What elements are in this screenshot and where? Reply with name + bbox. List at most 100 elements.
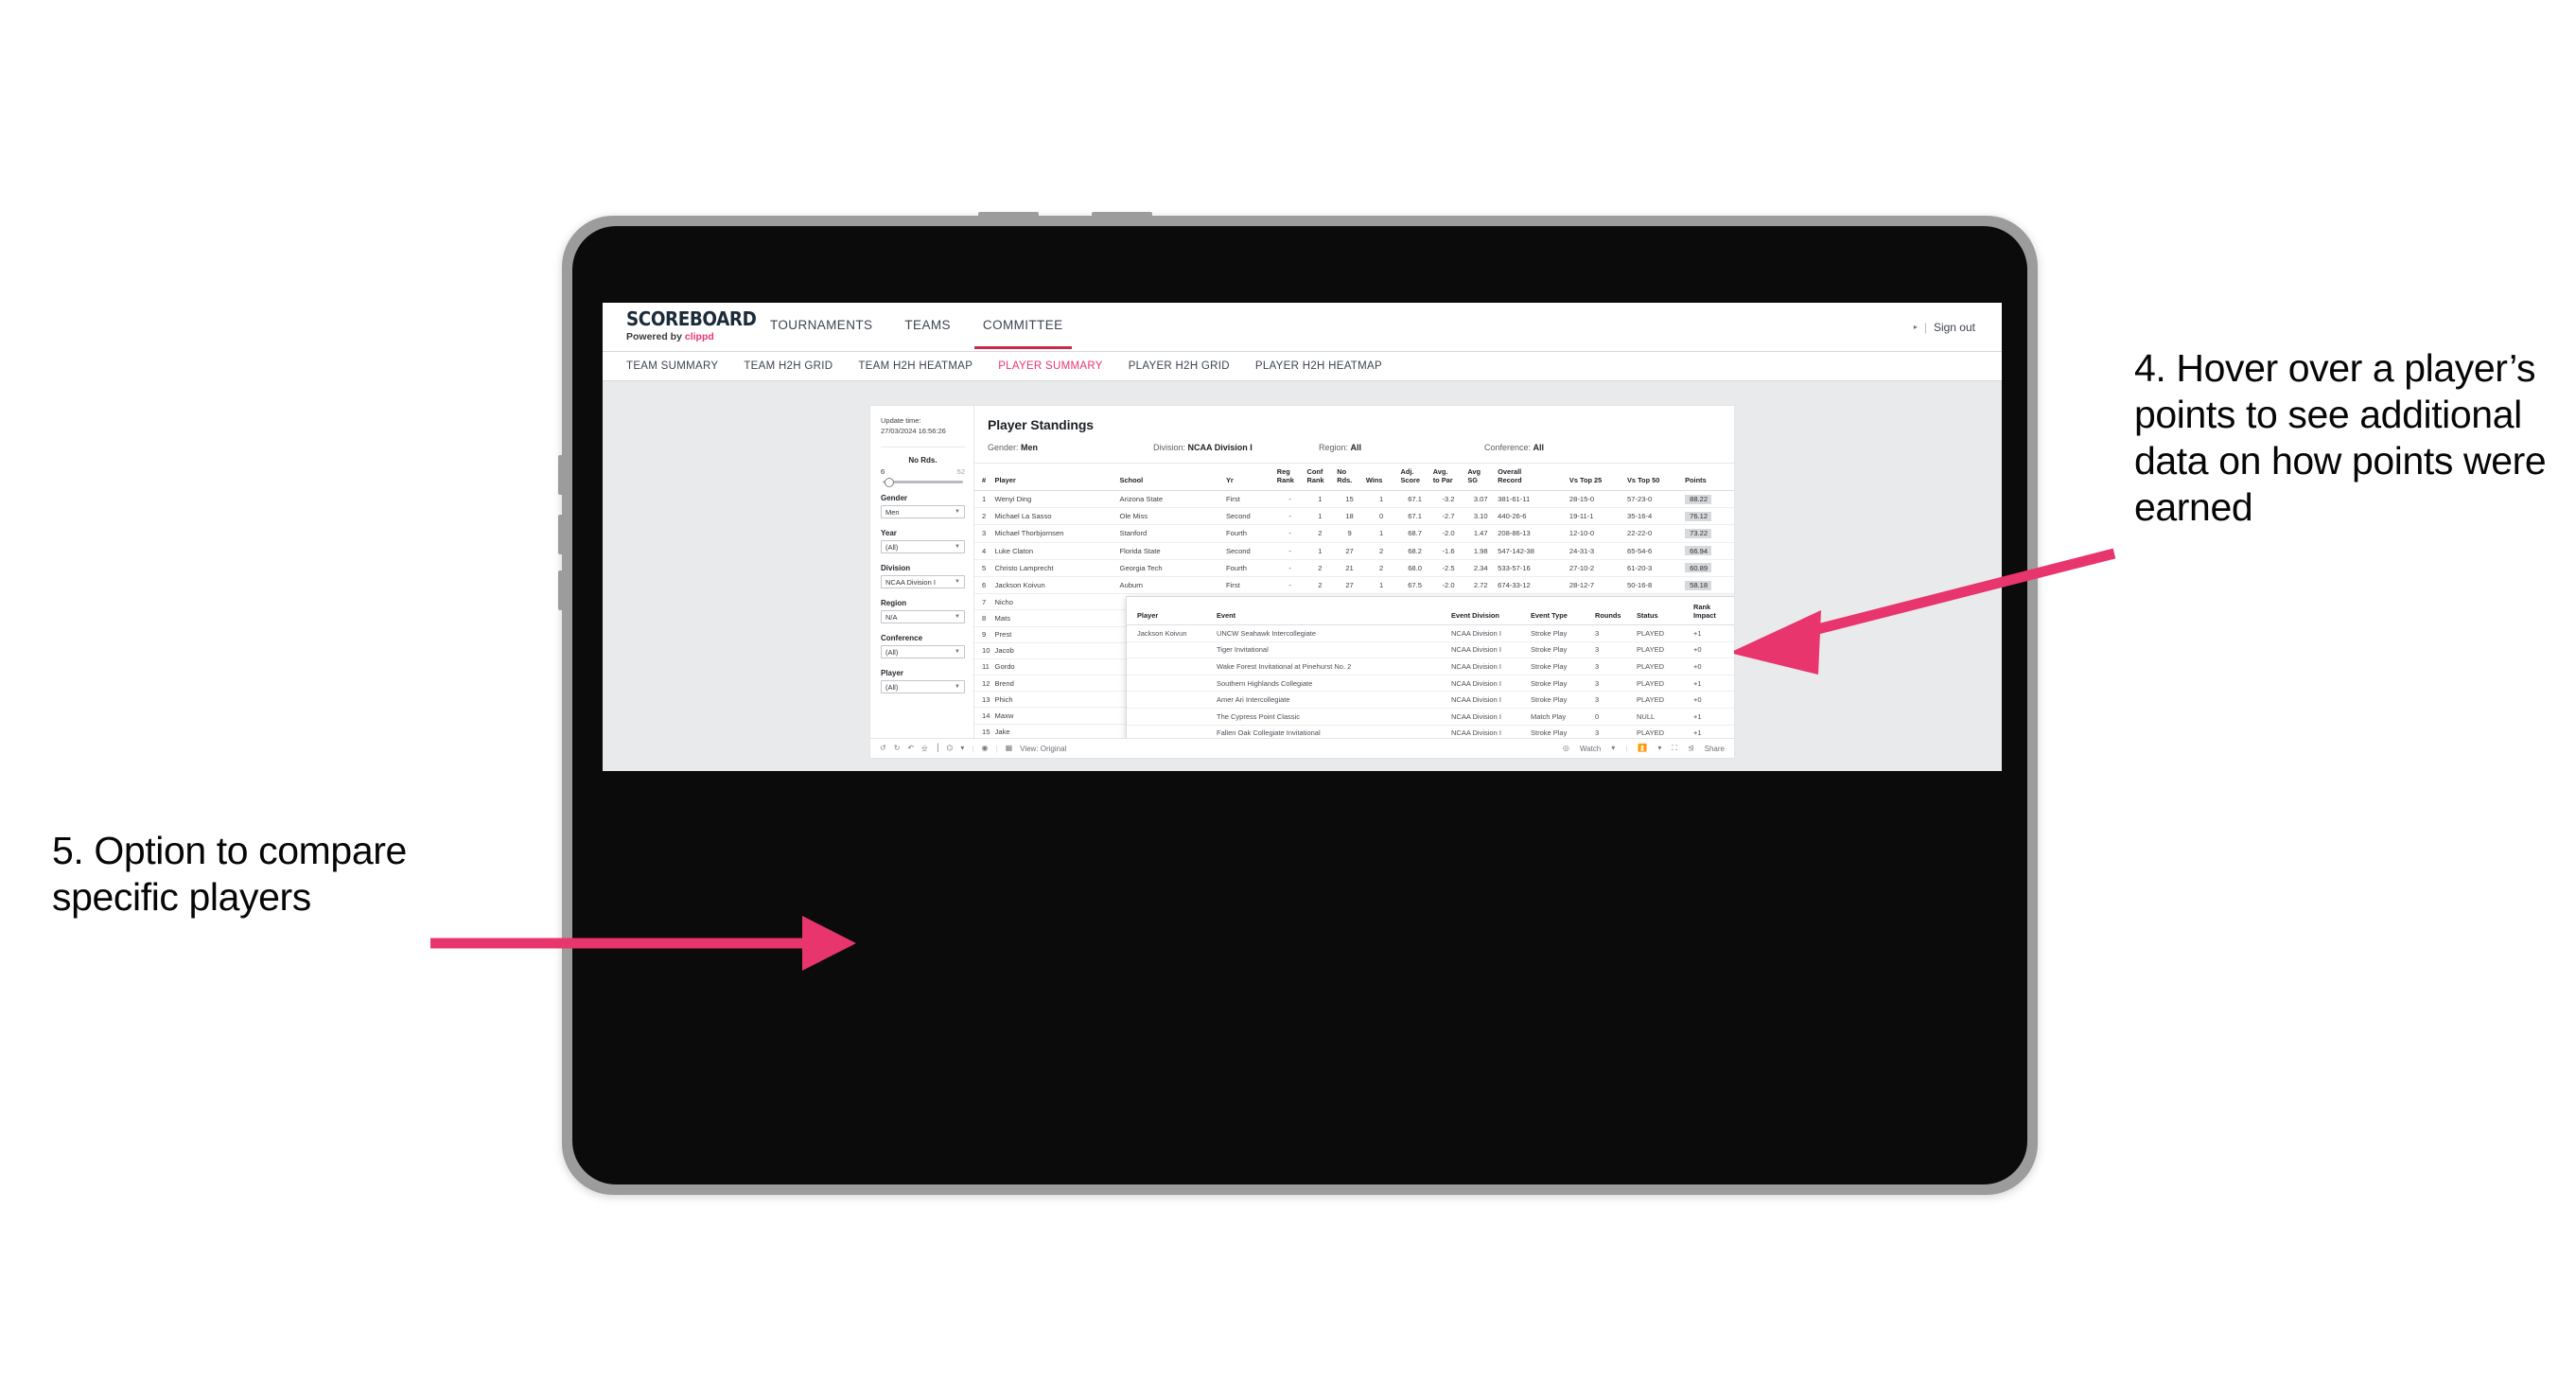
tooltip-column-header-line: Status	[1637, 610, 1658, 620]
column-header-line: Player	[994, 475, 1016, 484]
cell-pts[interactable]: 73.22	[1683, 524, 1734, 543]
alert-subscribe-icon[interactable]: ⌬	[946, 745, 953, 752]
tab-team-h2h-grid[interactable]: TEAM H2H GRID	[744, 360, 847, 372]
nav-item-committee[interactable]: COMMITTEE	[967, 318, 1079, 349]
column-header[interactable]: Conf Rank	[1305, 464, 1336, 491]
fullscreen-icon[interactable]: ⛶	[1672, 745, 1677, 752]
nav-item-teams[interactable]: TEAMS	[888, 318, 967, 349]
column-header[interactable]: Points	[1683, 464, 1734, 491]
points-value[interactable]: 60.89	[1685, 563, 1712, 573]
tab-player-h2h-heatmap[interactable]: PLAYER H2H HEATMAP	[1255, 360, 1396, 372]
column-header[interactable]: Wins	[1363, 464, 1399, 491]
refresh-data-icon[interactable]: ⎒	[921, 745, 927, 752]
column-header[interactable]: Vs Top 50	[1625, 464, 1684, 491]
nav-item-tournaments[interactable]: TOURNAMENTS	[754, 318, 888, 349]
filter-region-select[interactable]: N/A ▼	[881, 610, 965, 623]
column-header-line: Wins	[1365, 475, 1383, 484]
share-icon[interactable]: ⊴	[1688, 745, 1694, 752]
redo-icon[interactable]: ↻	[894, 745, 901, 752]
cell-n: 14	[974, 707, 993, 725]
tooltip-cell-player	[1127, 675, 1214, 693]
filter-division-select[interactable]: NCAA Division I ▼	[881, 575, 965, 588]
table-row[interactable]: 6 Jackson Koivun Auburn First -2 27 1 67.5 -2.0 2…	[974, 576, 1734, 595]
view-original-icon[interactable]: ▦	[1006, 745, 1013, 752]
highlight-icon[interactable]: ◉	[982, 745, 989, 752]
points-value[interactable]: 66.94	[1685, 546, 1712, 556]
table-row[interactable]: 4 Luke Claton Florida State Second -1 27 2 68.2…	[974, 542, 1734, 560]
no-rounds-slider-handle[interactable]	[885, 477, 894, 487]
points-value[interactable]: 88.22	[1685, 494, 1712, 504]
column-header[interactable]: Yr	[1223, 464, 1275, 491]
undo-icon[interactable]: ↺	[880, 745, 886, 752]
chevron-down-icon[interactable]: ▾	[960, 745, 964, 752]
column-header[interactable]: Player	[992, 464, 1118, 491]
no-rounds-min: 6	[881, 467, 885, 476]
user-menu-chevron-icon[interactable]: ▸	[1914, 323, 1918, 331]
revert-icon[interactable]: ↶	[907, 745, 914, 752]
cell-reg: -	[1274, 524, 1306, 543]
filter-player-select[interactable]: (All) ▼	[881, 680, 965, 693]
secondary-top-button[interactable]	[1092, 212, 1152, 217]
points-value[interactable]: 76.12	[1685, 511, 1712, 521]
chevron-down-icon: ▼	[955, 614, 960, 620]
points-value[interactable]: 73.22	[1685, 528, 1712, 538]
sign-out-link[interactable]: Sign out	[1934, 321, 1975, 334]
tooltip-column-header: Rank Impact	[1691, 597, 1734, 625]
points-value[interactable]: 58.18	[1685, 580, 1712, 590]
share-label[interactable]: Share	[1705, 745, 1725, 753]
mute-button[interactable]	[558, 570, 563, 610]
column-header[interactable]: Reg Rank	[1274, 464, 1306, 491]
table-row[interactable]: 1 Wenyi Ding Arizona State First -1 15 1 67.1 -3…	[974, 490, 1734, 509]
volume-down-button[interactable]	[558, 515, 563, 554]
column-header[interactable]: No Rds.	[1335, 464, 1364, 491]
pause-auto-update-icon[interactable]: ⎟	[935, 745, 938, 752]
column-header[interactable]: Vs Top 25	[1567, 464, 1625, 491]
cell-pts[interactable]: 88.22	[1683, 490, 1734, 509]
toolbar-right-group: ◎ Watch ▾ | ⏫ ▾ ⛶ ⊴ Share	[1563, 745, 1725, 753]
cell-adj: 67.1	[1398, 507, 1431, 526]
chevron-down-icon[interactable]: ▾	[1657, 745, 1661, 752]
app-header: SCOREBOARD Powered by clippd TOURNAMENTS…	[603, 303, 2002, 352]
tab-team-summary[interactable]: TEAM SUMMARY	[626, 360, 732, 372]
cell-pts[interactable]: 58.18	[1683, 576, 1734, 595]
column-header[interactable]: Avg SG	[1465, 464, 1497, 491]
volume-up-button[interactable]	[558, 455, 563, 495]
column-header[interactable]: Overall Record	[1496, 464, 1568, 491]
cell-rds: 27	[1335, 542, 1364, 560]
column-header[interactable]: Avg. to Par	[1430, 464, 1466, 491]
no-rounds-slider[interactable]	[883, 477, 963, 487]
tab-team-h2h-heatmap[interactable]: TEAM H2H HEATMAP	[858, 360, 987, 372]
view-original-label[interactable]: View: Original	[1020, 745, 1066, 753]
column-header[interactable]: #	[974, 464, 993, 491]
power-button[interactable]	[978, 212, 1039, 217]
column-header[interactable]: Adj. Score	[1398, 464, 1431, 491]
tab-player-summary[interactable]: PLAYER SUMMARY	[998, 360, 1117, 372]
column-header-line: Rank	[1276, 475, 1294, 484]
watch-label[interactable]: Watch	[1580, 745, 1601, 753]
cell-pts[interactable]: 60.89	[1683, 559, 1734, 577]
cell-sg: 1.98	[1465, 542, 1497, 560]
cell-pts[interactable]: 76.12	[1683, 507, 1734, 526]
column-header[interactable]: School	[1117, 464, 1224, 491]
cell-pts[interactable]: 66.94	[1683, 542, 1734, 560]
filter-gender-select[interactable]: Men ▼	[881, 505, 965, 518]
table-row[interactable]: 3 Michael Thorbjornsen Stanford Fourth -2 9 1 6…	[974, 524, 1734, 543]
table-row[interactable]: 5 Christo Lamprecht Georgia Tech Fourth -2 21…	[974, 559, 1734, 577]
watch-icon[interactable]: ◎	[1563, 745, 1569, 752]
table-row[interactable]: 2 Michael La Sasso Ole Miss Second -1 18 0 67.1…	[974, 507, 1734, 526]
tab-player-h2h-grid[interactable]: PLAYER H2H GRID	[1129, 360, 1244, 372]
brand-logo[interactable]: SCOREBOARD Powered by clippd	[603, 303, 757, 351]
toolbar-divider: |	[972, 744, 974, 753]
cell-t50: 50-16-8	[1625, 576, 1684, 595]
player-standings-table-wrapper[interactable]: # Player School Yr Reg Rank Conf Rank No Rds. Wins…	[974, 464, 1734, 738]
chevron-down-icon[interactable]: ▾	[1611, 745, 1615, 752]
tooltip-cell-division: NCAA Division I	[1448, 658, 1528, 675]
cell-player: Maxw	[992, 707, 1118, 725]
filter-year-select[interactable]: (All) ▼	[881, 540, 965, 553]
cell-yr: Second	[1223, 507, 1275, 526]
brand-subtitle: Powered by clippd	[626, 331, 754, 342]
tooltip-cell-division: NCAA Division I	[1448, 641, 1528, 659]
tooltip-cell-status: PLAYED	[1634, 641, 1691, 659]
filter-conference-select[interactable]: (All) ▼	[881, 645, 965, 658]
download-icon[interactable]: ⏫	[1638, 745, 1647, 752]
